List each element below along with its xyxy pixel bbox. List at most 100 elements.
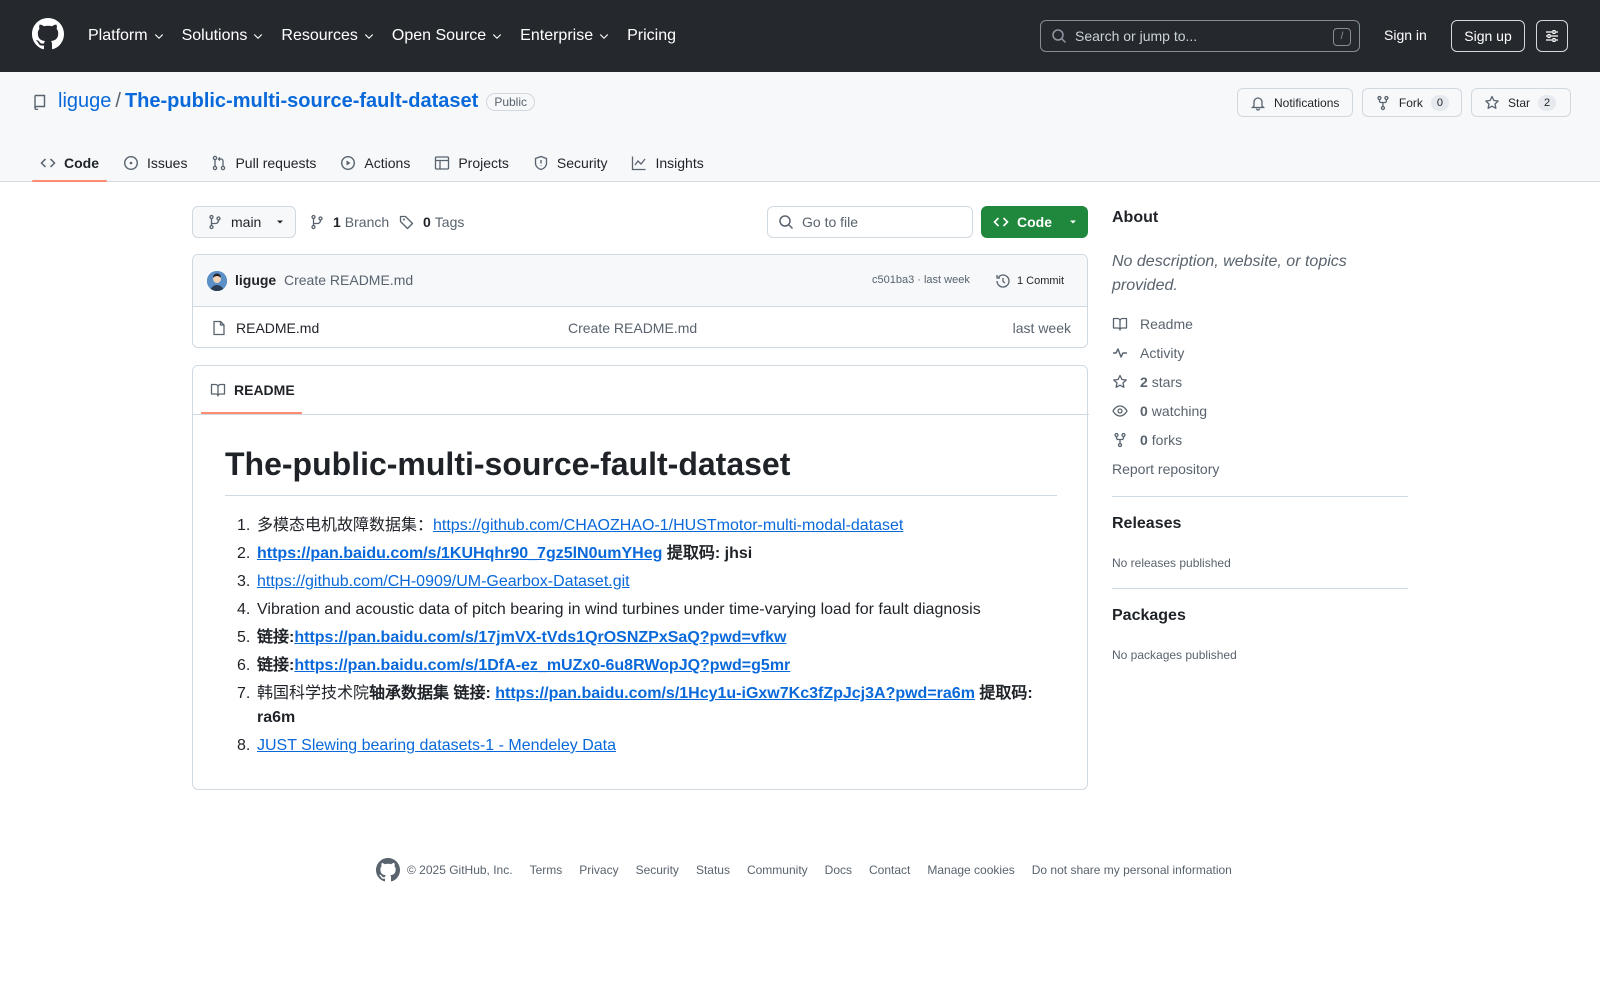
star-count: 2 bbox=[1538, 94, 1557, 111]
tab-pull-requests[interactable]: Pull requests bbox=[203, 144, 324, 182]
dataset-link[interactable]: https://pan.baidu.com/s/17jmVX-tVds1QrOS… bbox=[294, 629, 786, 646]
forks-link[interactable]: 0 forks bbox=[1112, 432, 1182, 448]
user-avatar-icon bbox=[207, 271, 227, 291]
star-button[interactable]: Star 2 bbox=[1471, 88, 1571, 117]
nav-solutions[interactable]: Solutions bbox=[182, 27, 265, 45]
github-mark-icon[interactable] bbox=[376, 858, 400, 882]
no-packages-text: No packages published bbox=[1112, 648, 1237, 662]
latest-commit-row: liguge Create README.md c501ba3 · last w… bbox=[193, 255, 1087, 307]
readme-link-label: Readme bbox=[1140, 316, 1193, 332]
tags-link[interactable]: 0 Tags bbox=[399, 214, 464, 230]
repo-title: liguge / The-public-multi-source-fault-d… bbox=[32, 90, 535, 113]
branch-selector[interactable]: main bbox=[192, 206, 296, 238]
readme-tab[interactable]: README bbox=[201, 366, 302, 414]
github-logo-icon[interactable] bbox=[32, 18, 64, 50]
tag-count: 0 bbox=[423, 214, 431, 230]
dataset-link[interactable]: https://github.com/CHAOZHAO-1/HUSTmotor-… bbox=[433, 517, 903, 534]
pull-request-icon bbox=[213, 155, 226, 171]
tab-insights[interactable]: Insights bbox=[623, 144, 711, 182]
nav-resources-label: Resources bbox=[281, 27, 358, 44]
watching-count: 0 bbox=[1140, 403, 1148, 419]
footer-do-not-share-link[interactable]: Do not share my personal information bbox=[1032, 863, 1232, 877]
tab-actions[interactable]: Actions bbox=[332, 144, 418, 182]
issue-opened-icon bbox=[123, 155, 139, 171]
branches-link[interactable]: 1 Branch bbox=[309, 214, 389, 230]
avatar[interactable] bbox=[207, 271, 227, 291]
tab-projects[interactable]: Projects bbox=[426, 144, 517, 182]
footer-docs-link[interactable]: Docs bbox=[825, 863, 852, 877]
nav-open-source[interactable]: Open Source bbox=[392, 27, 503, 45]
graph-icon bbox=[632, 156, 646, 171]
page-footer: © 2025 GitHub, Inc. Terms Privacy Securi… bbox=[376, 858, 1232, 882]
watching-label: watching bbox=[1151, 403, 1208, 419]
footer-terms-link[interactable]: Terms bbox=[530, 863, 563, 877]
star-icon bbox=[1485, 95, 1499, 109]
fork-button[interactable]: Fork 0 bbox=[1362, 88, 1462, 117]
stars-count: 2 bbox=[1140, 374, 1148, 390]
tab-security[interactable]: Security bbox=[525, 144, 616, 182]
file-name-link[interactable]: README.md bbox=[236, 320, 319, 336]
list-text: 链接: bbox=[257, 657, 295, 674]
sign-up-button[interactable]: Sign up bbox=[1451, 20, 1525, 52]
dataset-link[interactable]: JUST Slewing bearing datasets-1 - Mendel… bbox=[257, 737, 616, 754]
footer-manage-cookies-link[interactable]: Manage cookies bbox=[927, 863, 1014, 877]
readme-link[interactable]: Readme bbox=[1112, 316, 1193, 332]
go-to-file-input[interactable]: Go to file bbox=[767, 206, 973, 238]
tab-actions-label: Actions bbox=[364, 155, 411, 171]
file-commit-message[interactable]: Create README.md bbox=[568, 320, 697, 336]
search-shortcut-key: / bbox=[1333, 28, 1351, 46]
nav-solutions-label: Solutions bbox=[181, 27, 248, 44]
commit-author-link[interactable]: liguge bbox=[235, 272, 276, 288]
stars-link[interactable]: 2 stars bbox=[1112, 374, 1182, 390]
file-commit-time: last week bbox=[1012, 320, 1071, 336]
repo-name-link[interactable]: The-public-multi-source-fault-dataset bbox=[125, 90, 478, 113]
commit-hash-time[interactable]: c501ba3 · last week bbox=[872, 274, 970, 286]
dataset-link[interactable]: https://pan.baidu.com/s/1DfA-ez_mUZx0-6u… bbox=[294, 657, 790, 674]
footer-privacy-link[interactable]: Privacy bbox=[579, 863, 618, 877]
code-dropdown-button[interactable]: Code bbox=[981, 206, 1088, 238]
activity-link[interactable]: Activity bbox=[1112, 345, 1184, 361]
tab-code[interactable]: Code bbox=[32, 144, 107, 182]
chevron-down-icon bbox=[254, 34, 263, 40]
dataset-link[interactable]: https://github.com/CH-0909/UM-Gearbox-Da… bbox=[257, 573, 630, 590]
global-search-input[interactable]: Search or jump to... / bbox=[1040, 20, 1360, 52]
nav-resources[interactable]: Resources bbox=[281, 27, 374, 45]
branch-icon bbox=[311, 214, 323, 230]
footer-contact-link[interactable]: Contact bbox=[869, 863, 910, 877]
commit-message-link[interactable]: Create README.md bbox=[284, 272, 413, 288]
footer-security-link[interactable]: Security bbox=[636, 863, 679, 877]
sliders-icon bbox=[1546, 30, 1558, 42]
nav-enterprise[interactable]: Enterprise bbox=[520, 27, 610, 45]
book-icon bbox=[210, 383, 226, 397]
footer-status-link[interactable]: Status bbox=[696, 863, 730, 877]
commits-link[interactable]: 1 Commit bbox=[995, 273, 1064, 289]
dataset-link[interactable]: https://pan.baidu.com/s/1Hcy1u-iGxw7Kc3f… bbox=[495, 685, 975, 702]
watching-link[interactable]: 0 watching bbox=[1112, 403, 1207, 419]
dataset-link[interactable]: https://pan.baidu.com/s/1KUHqhr90_7gz5lN… bbox=[257, 545, 662, 562]
list-number: 8. bbox=[237, 737, 251, 754]
tab-issues[interactable]: Issues bbox=[115, 144, 195, 182]
file-toolbar: main 1 Branch 0 Tags Go to file Code bbox=[192, 206, 1088, 238]
nav-platform[interactable]: Platform bbox=[88, 27, 165, 45]
caret-down-icon bbox=[277, 220, 284, 224]
footer-community-link[interactable]: Community bbox=[747, 863, 808, 877]
file-row[interactable]: README.md Create README.md last week bbox=[193, 307, 1087, 347]
shield-icon bbox=[534, 155, 548, 171]
report-repository-link[interactable]: Report repository bbox=[1112, 461, 1219, 477]
packages-heading[interactable]: Packages bbox=[1112, 607, 1186, 625]
readme-panel: README The-public-multi-source-fault-dat… bbox=[192, 365, 1089, 790]
settings-menu-button[interactable] bbox=[1536, 20, 1568, 52]
divider bbox=[1112, 588, 1408, 589]
releases-heading[interactable]: Releases bbox=[1112, 515, 1181, 533]
branch-count: 1 bbox=[333, 214, 341, 230]
tag-label: Tags bbox=[434, 214, 465, 230]
history-icon bbox=[996, 274, 1010, 288]
nav-enterprise-label: Enterprise bbox=[520, 27, 594, 44]
readme-title: The-public-multi-source-fault-dataset bbox=[225, 446, 1057, 496]
nav-pricing[interactable]: Pricing bbox=[627, 27, 676, 45]
notifications-button[interactable]: Notifications bbox=[1237, 88, 1353, 117]
sign-in-link[interactable]: Sign in bbox=[1384, 27, 1427, 43]
search-icon bbox=[779, 215, 794, 230]
repo-owner-link[interactable]: liguge bbox=[58, 90, 111, 113]
list-item: 6. 链接:https://pan.baidu.com/s/1DfA-ez_mUZ… bbox=[225, 654, 1057, 678]
